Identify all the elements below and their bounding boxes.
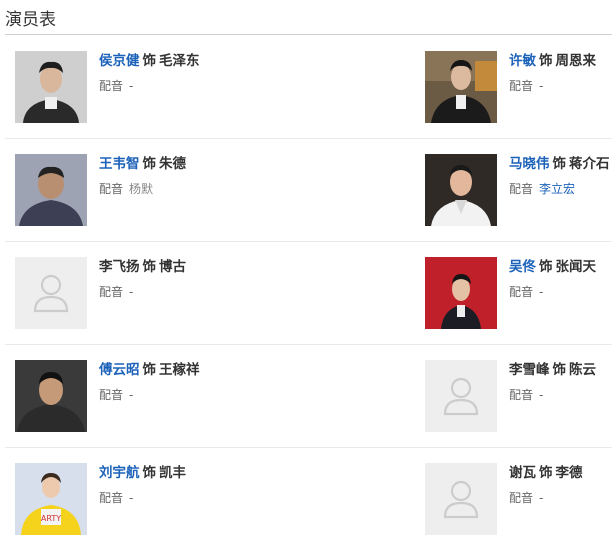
plays-label: 饰 <box>539 259 553 275</box>
avatar-placeholder-icon <box>425 463 497 535</box>
actor-name[interactable]: 吴佟 <box>509 259 536 275</box>
voice-actor-name: - <box>129 491 134 505</box>
voice-actor-name: - <box>539 79 544 93</box>
role-name: 张闻天 <box>555 259 597 275</box>
actor-photo[interactable] <box>15 154 87 226</box>
dub-label: 配音 <box>509 491 534 505</box>
role-name: 王稼祥 <box>159 362 200 378</box>
dub-line: 配音 - <box>99 284 186 300</box>
cast-info: 李飞扬饰博古 配音 - <box>99 258 186 300</box>
dub-line: 配音 - <box>509 490 583 506</box>
avatar-placeholder-icon <box>425 360 497 432</box>
cast-name-line: 谢瓦饰李德 <box>509 464 583 482</box>
role-name: 毛泽东 <box>159 53 200 69</box>
dub-label: 配音 <box>99 491 124 505</box>
cast-section-title: 演员表 <box>5 10 56 30</box>
cast-name-line: 李雪峰饰陈云 <box>509 361 596 379</box>
actor-name[interactable]: 傅云昭 <box>99 362 140 378</box>
cast-info: 侯京健饰毛泽东 配音 - <box>99 52 200 94</box>
cast-name-line: 王韦智饰朱德 <box>99 155 186 173</box>
cast-grid: 侯京健饰毛泽东 配音 - 许敏饰周恩来 配音 - 王韦智饰朱德 配音 杨默 马晓伟饰蒋介石 配音 李立… <box>0 36 612 551</box>
actor-photo[interactable] <box>15 360 87 432</box>
dub-line: 配音 李立宏 <box>509 181 610 197</box>
plays-label: 饰 <box>552 156 567 172</box>
cast-name-line: 许敏饰周恩来 <box>509 52 596 70</box>
dub-label: 配音 <box>99 182 124 196</box>
voice-actor-name[interactable]: 李立宏 <box>539 182 575 196</box>
cast-row: ARTY 刘宇航饰凯丰 配音 - 谢瓦饰李德 配音 - <box>0 448 612 551</box>
voice-actor-name: - <box>129 79 134 93</box>
actor-name: 谢瓦 <box>509 465 536 481</box>
dub-label: 配音 <box>509 182 534 196</box>
plays-label: 饰 <box>142 362 157 378</box>
actor-name[interactable]: 许敏 <box>509 53 536 69</box>
cast-name-line: 刘宇航饰凯丰 <box>99 464 186 482</box>
dub-label: 配音 <box>99 388 124 402</box>
voice-actor-name: - <box>129 388 134 402</box>
dub-line: 配音 - <box>509 387 596 403</box>
plays-label: 饰 <box>142 259 157 275</box>
voice-actor-name: - <box>539 285 544 299</box>
dub-line: 配音 - <box>99 78 200 94</box>
cast-info: 李雪峰饰陈云 配音 - <box>509 361 596 403</box>
role-name: 周恩来 <box>555 53 597 69</box>
actor-photo[interactable] <box>425 51 497 123</box>
dub-label: 配音 <box>509 285 534 299</box>
role-name: 朱德 <box>159 156 186 172</box>
plays-label: 饰 <box>539 465 553 481</box>
dub-label: 配音 <box>99 79 124 93</box>
dub-line: 配音 - <box>99 490 186 506</box>
actor-photo[interactable] <box>15 51 87 123</box>
voice-actor-name: - <box>539 388 544 402</box>
plays-label: 饰 <box>539 53 553 69</box>
dub-label: 配音 <box>509 79 534 93</box>
voice-actor-name: - <box>129 285 134 299</box>
cast-info: 刘宇航饰凯丰 配音 - <box>99 464 186 506</box>
plays-label: 饰 <box>552 362 567 378</box>
cast-name-line: 李飞扬饰博古 <box>99 258 186 276</box>
actor-name[interactable]: 侯京健 <box>99 53 140 69</box>
actor-name: 李雪峰 <box>509 362 550 378</box>
voice-actor-name: 杨默 <box>129 182 154 196</box>
actor-photo[interactable]: ARTY <box>15 463 87 535</box>
dub-line: 配音 - <box>509 284 596 300</box>
role-name: 陈云 <box>569 362 596 378</box>
role-name: 李德 <box>555 465 583 481</box>
cast-name-line: 马晓伟饰蒋介石 <box>509 155 610 173</box>
cast-info: 王韦智饰朱德 配音 杨默 <box>99 155 186 197</box>
actor-photo[interactable] <box>425 257 497 329</box>
cast-row: 侯京健饰毛泽东 配音 - 许敏饰周恩来 配音 - <box>0 36 612 139</box>
dub-line: 配音 - <box>509 78 596 94</box>
dub-label: 配音 <box>509 388 534 402</box>
cast-row: 王韦智饰朱德 配音 杨默 马晓伟饰蒋介石 配音 李立宏 <box>0 139 612 242</box>
plays-label: 饰 <box>142 465 157 481</box>
actor-photo[interactable] <box>425 154 497 226</box>
dub-line: 配音 杨默 <box>99 181 186 197</box>
dub-line: 配音 - <box>99 387 200 403</box>
title-divider <box>5 34 612 35</box>
role-name: 博古 <box>159 259 186 275</box>
cast-name-line: 侯京健饰毛泽东 <box>99 52 200 70</box>
svg-text:ARTY: ARTY <box>41 514 61 523</box>
plays-label: 饰 <box>142 156 157 172</box>
dub-label: 配音 <box>99 285 124 299</box>
actor-name[interactable]: 刘宇航 <box>99 465 140 481</box>
role-name: 蒋介石 <box>569 156 610 172</box>
avatar-placeholder-icon <box>15 257 87 329</box>
plays-label: 饰 <box>142 53 157 69</box>
actor-name: 李飞扬 <box>99 259 140 275</box>
cast-row: 傅云昭饰王稼祥 配音 - 李雪峰饰陈云 配音 - <box>0 345 612 448</box>
cast-row: 李飞扬饰博古 配音 - 吴佟饰张闻天 配音 - <box>0 242 612 345</box>
cast-info: 吴佟饰张闻天 配音 - <box>509 258 596 300</box>
cast-info: 马晓伟饰蒋介石 配音 李立宏 <box>509 155 610 197</box>
role-name: 凯丰 <box>159 465 186 481</box>
actor-name[interactable]: 王韦智 <box>99 156 140 172</box>
cast-name-line: 吴佟饰张闻天 <box>509 258 596 276</box>
cast-info: 傅云昭饰王稼祥 配音 - <box>99 361 200 403</box>
cast-name-line: 傅云昭饰王稼祥 <box>99 361 200 379</box>
voice-actor-name: - <box>539 491 544 505</box>
cast-info: 许敏饰周恩来 配音 - <box>509 52 596 94</box>
actor-name[interactable]: 马晓伟 <box>509 156 550 172</box>
cast-info: 谢瓦饰李德配音 - <box>509 464 583 506</box>
